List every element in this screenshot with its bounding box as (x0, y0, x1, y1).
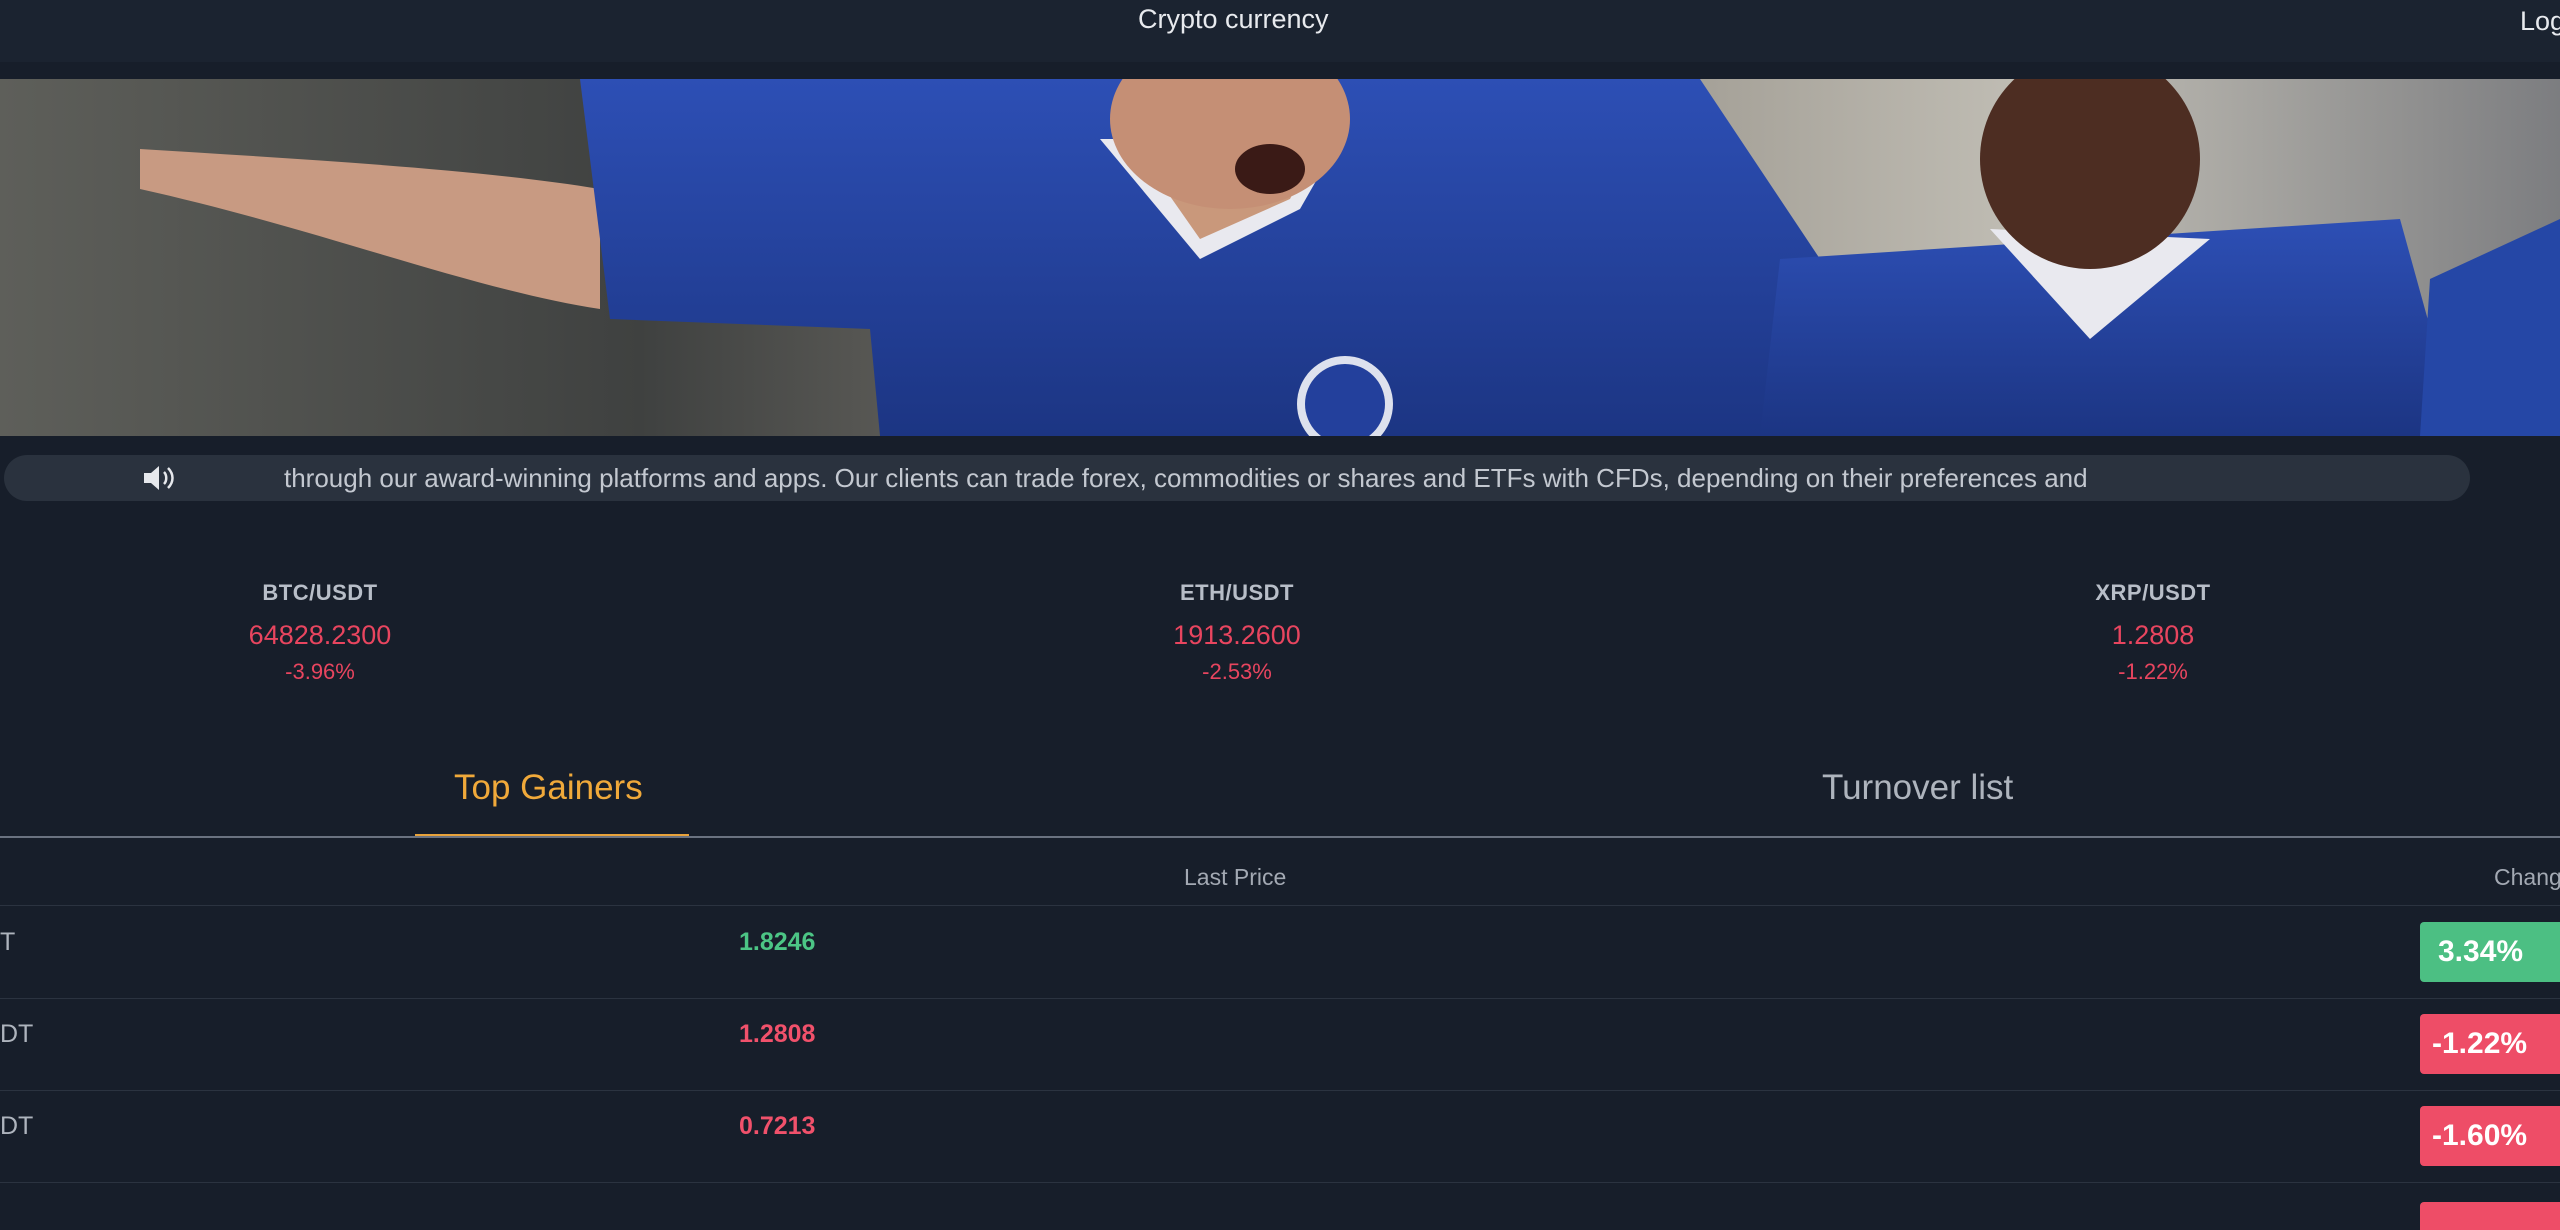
row-change-badge[interactable]: -1.22% (2420, 1014, 2560, 1074)
tab-turnover-list[interactable]: Turnover list (1822, 768, 2013, 808)
row-change-badge[interactable] (2420, 1202, 2560, 1230)
ticker-change: -3.96% (285, 659, 355, 684)
row-symbol: T (0, 928, 16, 956)
app-page: Crypto currency Log through our award-wi… (0, 0, 2560, 1230)
ticker-btc[interactable]: BTC/USDT 64828.2300 -3.96% (170, 580, 470, 685)
table-row[interactable]: T 1.8246 3.34% (0, 906, 2560, 999)
ticker-pair: XRP/USDT (2095, 580, 2211, 605)
row-last-price: 1.2808 (739, 1020, 816, 1048)
table-row[interactable]: DT 1.2808 -1.22% (0, 998, 2560, 1091)
announcement-text: through our award-winning platforms and … (284, 463, 2088, 493)
tabs-divider (0, 836, 2560, 838)
hero-banner-image (0, 79, 2560, 436)
column-header-change: Chang (2494, 864, 2560, 890)
announcement-marquee[interactable]: through our award-winning platforms and … (4, 455, 2470, 501)
ticker-change: -1.22% (2118, 659, 2188, 684)
login-button[interactable]: Log (2520, 6, 2560, 37)
table-row[interactable]: DT 0.7213 -1.60% (0, 1090, 2560, 1183)
row-last-price: 0.7213 (739, 1112, 816, 1140)
ticker-price: 1913.2600 (1173, 620, 1301, 650)
ticker-xrp[interactable]: XRP/USDT 1.2808 -1.22% (2003, 580, 2303, 685)
banner-illustration (0, 79, 2560, 436)
page-title: Crypto currency (1138, 4, 1329, 34)
row-change-badge[interactable]: -1.60% (2420, 1106, 2560, 1166)
ticker-price: 1.2808 (2111, 620, 2195, 650)
table-row[interactable] (0, 1182, 2560, 1230)
ticker-price: 64828.2300 (248, 620, 392, 650)
ticker-eth[interactable]: ETH/USDT 1913.2600 -2.53% (1087, 580, 1387, 685)
speaker-icon[interactable] (142, 463, 178, 493)
row-symbol: DT (0, 1020, 34, 1048)
top-navigation-bar: Crypto currency Log (0, 0, 2560, 62)
row-last-price: 1.8246 (739, 928, 816, 956)
tab-top-gainers[interactable]: Top Gainers (454, 768, 643, 808)
row-symbol: DT (0, 1112, 34, 1140)
ticker-pair: ETH/USDT (1180, 580, 1294, 605)
column-header-last-price: Last Price (1184, 864, 1287, 890)
row-change-badge[interactable]: 3.34% (2420, 922, 2560, 982)
ticker-pair: BTC/USDT (262, 580, 378, 605)
ticker-change: -2.53% (1202, 659, 1272, 684)
